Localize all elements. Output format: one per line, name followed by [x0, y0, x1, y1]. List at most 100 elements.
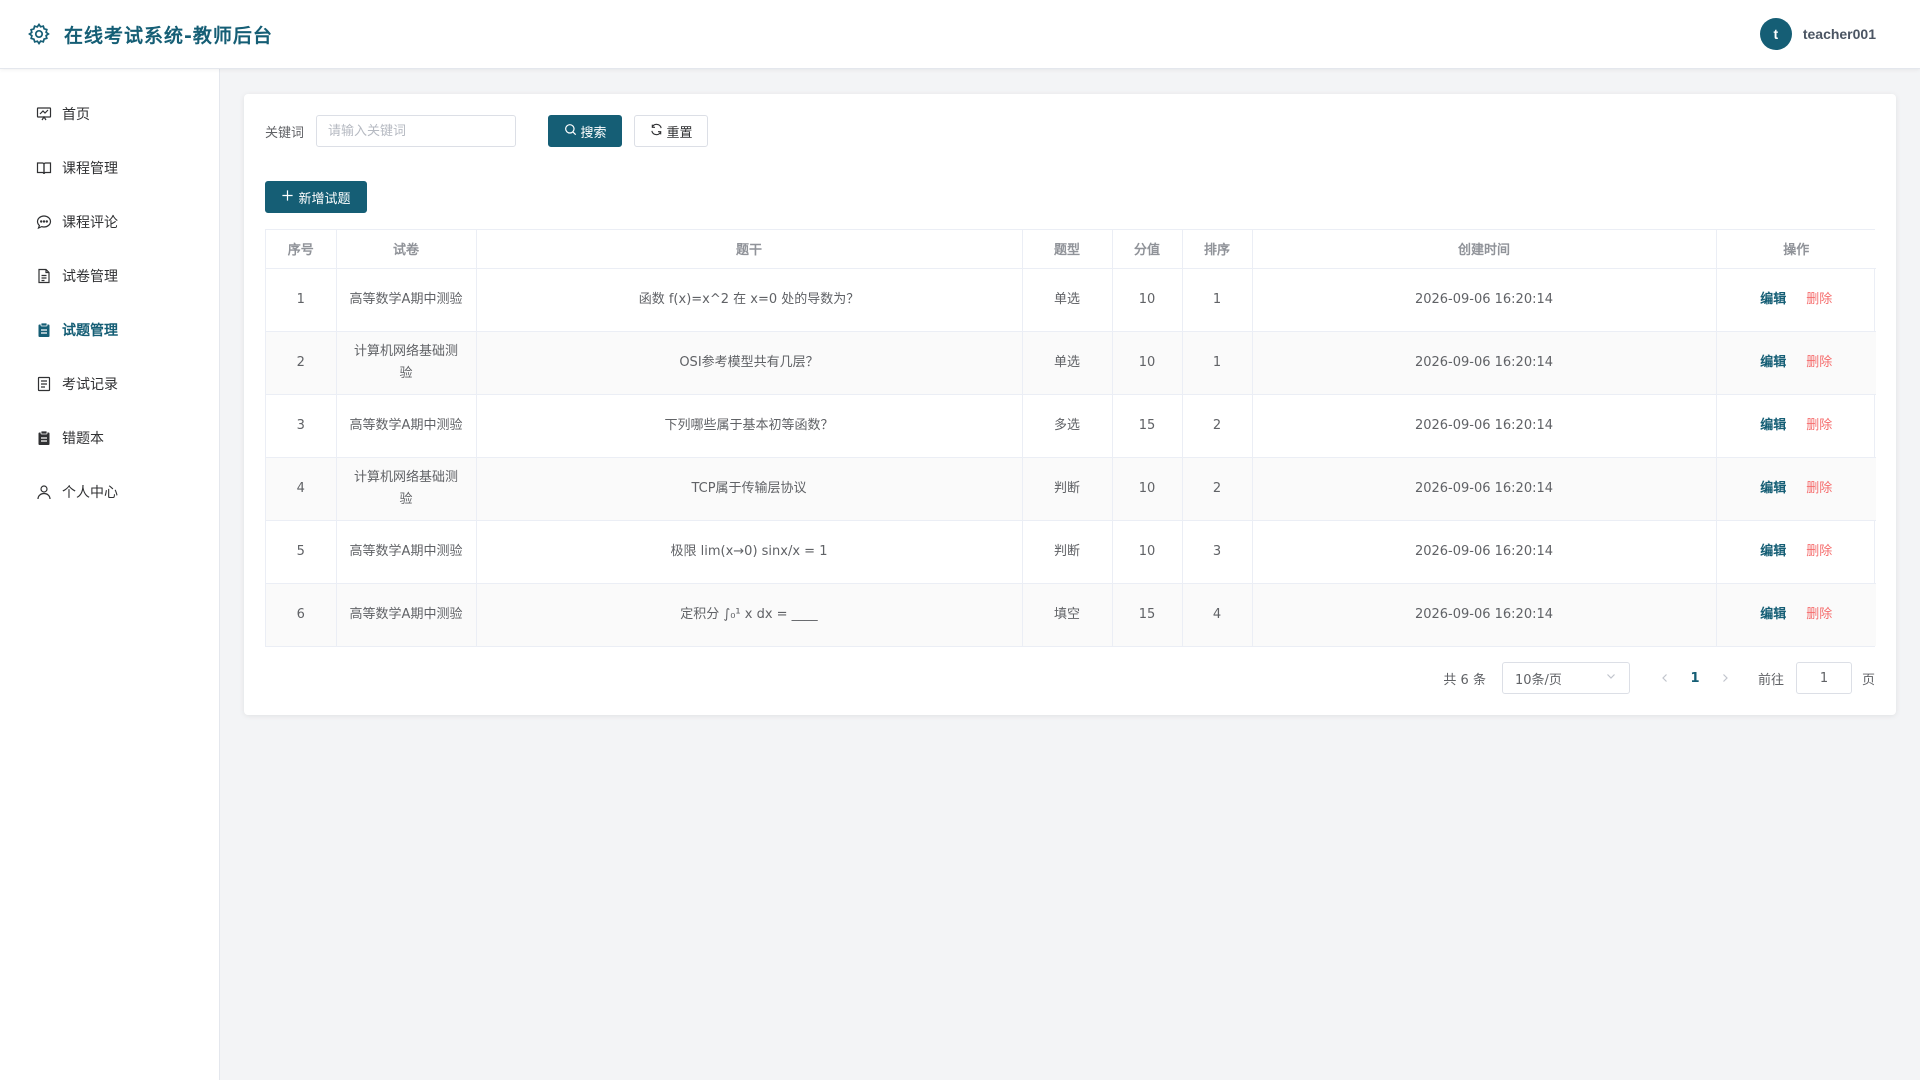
cell-actions: 编辑 删除 [1716, 394, 1876, 458]
keyword-label: 关键词 [265, 125, 305, 141]
cell-score: 15 [1112, 583, 1183, 646]
total-count: 共 6 条 [1443, 672, 1486, 688]
dashboard-icon [36, 106, 52, 122]
cell-paper: 计算机网络基础测验 [336, 331, 477, 395]
cell-created: 2026-09-06 16:20:14 [1252, 331, 1717, 395]
column-header: 操作 [1716, 230, 1876, 269]
edit-link[interactable]: 编辑 [1760, 289, 1786, 311]
reset-button[interactable]: 重置 [634, 115, 709, 147]
cell-created: 2026-09-06 16:20:14 [1252, 457, 1717, 521]
delete-link[interactable]: 删除 [1806, 415, 1832, 437]
column-header: 排序 [1182, 230, 1253, 269]
table-row: 6 高等数学A期中测验 定积分 ∫₀¹ x dx = ____ 填空 15 4 … [266, 583, 1876, 646]
username[interactable]: teacher001 [1803, 26, 1876, 42]
next-page-button[interactable] [1710, 673, 1740, 683]
chevron-down-icon [1605, 670, 1617, 686]
sidebar-item-label: 考试记录 [62, 377, 118, 393]
cell-stem: OSI参考模型共有几层？ [476, 331, 1023, 395]
column-header: 试卷 [336, 230, 477, 269]
cell-stem: 定积分 ∫₀¹ x dx = ____ [476, 583, 1023, 646]
cell-actions: 编辑 删除 [1716, 457, 1876, 521]
goto-page-input[interactable] [1795, 662, 1852, 694]
table-header-row: 序号 试卷 题干 题型 分值 排序 创建时间 操作 [266, 230, 1876, 269]
edit-link[interactable]: 编辑 [1760, 541, 1786, 563]
cell-score: 15 [1112, 394, 1183, 458]
avatar[interactable]: t [1759, 18, 1792, 50]
add-question-button[interactable]: 新增试题 [265, 181, 367, 213]
table-row: 4 计算机网络基础测验 TCP属于传输层协议 判断 10 2 2026-09-0… [266, 457, 1876, 521]
prev-page-button[interactable] [1650, 673, 1680, 683]
user-icon [36, 484, 52, 500]
cell-no: 1 [266, 268, 337, 332]
sidebar-item-label: 错题本 [62, 431, 104, 447]
sidebar-item-course-comments[interactable]: 课程评论 [0, 195, 219, 249]
book-icon [36, 160, 52, 176]
column-header: 题型 [1022, 230, 1113, 269]
sidebar-item-wrong-book[interactable]: 错题本 [0, 411, 219, 465]
delete-link[interactable]: 删除 [1806, 352, 1832, 374]
goto-label: 前往 [1757, 672, 1784, 688]
cell-stem: 函数 f(x)=x^2 在 x=0 处的导数为？ [476, 268, 1023, 332]
edit-link[interactable]: 编辑 [1760, 352, 1786, 374]
edit-link[interactable]: 编辑 [1760, 415, 1786, 437]
table-row: 3 高等数学A期中测验 下列哪些属于基本初等函数？ 多选 15 2 2026-0… [266, 394, 1876, 458]
sidebar-item-label: 课程管理 [62, 161, 118, 177]
column-header: 序号 [266, 230, 337, 269]
sidebar: 首页 课程管理 课程评论 试卷管理 试题管理 考试记录 错题本 个人中心 [0, 69, 220, 1080]
delete-link[interactable]: 删除 [1806, 289, 1832, 311]
user-menu[interactable]: t teacher001 [1759, 18, 1876, 50]
cell-actions: 编辑 删除 [1716, 268, 1876, 332]
sidebar-item-label: 试题管理 [62, 323, 118, 339]
sidebar-item-home[interactable]: 首页 [0, 87, 219, 141]
app-title: 在线考试系统-教师后台 [64, 24, 273, 47]
cell-paper: 高等数学A期中测验 [336, 394, 477, 458]
chevron-left-icon [1662, 674, 1667, 682]
plus-icon [281, 189, 294, 206]
cell-no: 4 [266, 457, 337, 521]
sidebar-item-label: 个人中心 [62, 485, 118, 501]
cell-score: 10 [1112, 520, 1183, 584]
cell-no: 6 [266, 583, 337, 646]
sidebar-item-question-management[interactable]: 试题管理 [0, 303, 219, 357]
cell-stem: 极限 lim(x→0) sinx/x = 1 [476, 520, 1023, 584]
cell-actions: 编辑 删除 [1716, 583, 1876, 646]
column-header: 题干 [476, 230, 1023, 269]
cell-stem: 下列哪些属于基本初等函数？ [476, 394, 1023, 458]
table-row: 1 高等数学A期中测验 函数 f(x)=x^2 在 x=0 处的导数为？ 单选 … [266, 268, 1876, 332]
delete-link[interactable]: 删除 [1806, 604, 1832, 626]
cell-order: 2 [1182, 394, 1253, 458]
chat-icon [36, 214, 52, 230]
page-number-current[interactable]: 1 [1680, 671, 1710, 686]
cell-type: 填空 [1022, 583, 1113, 646]
page-size-select[interactable]: 10条/页 [1501, 662, 1630, 694]
sidebar-item-exam-records[interactable]: 考试记录 [0, 357, 219, 411]
sidebar-item-profile[interactable]: 个人中心 [0, 465, 219, 519]
edit-link[interactable]: 编辑 [1760, 478, 1786, 500]
cell-created: 2026-09-06 16:20:14 [1252, 520, 1717, 584]
record-icon [36, 376, 52, 392]
cell-paper: 高等数学A期中测验 [336, 583, 477, 646]
top-header: 在线考试系统-教师后台 t teacher001 [0, 0, 1920, 69]
search-button[interactable]: 搜索 [548, 115, 623, 147]
table-row: 2 计算机网络基础测验 OSI参考模型共有几层？ 单选 10 1 2026-09… [266, 331, 1876, 395]
sidebar-item-label: 首页 [62, 107, 90, 123]
edit-link[interactable]: 编辑 [1760, 604, 1786, 626]
cell-actions: 编辑 删除 [1716, 520, 1876, 584]
delete-link[interactable]: 删除 [1806, 541, 1832, 563]
cell-stem: TCP属于传输层协议 [476, 457, 1023, 521]
chevron-right-icon [1723, 674, 1728, 682]
cell-order: 3 [1182, 520, 1253, 584]
sidebar-item-course-management[interactable]: 课程管理 [0, 141, 219, 195]
cell-order: 4 [1182, 583, 1253, 646]
page-suffix: 页 [1861, 672, 1875, 688]
cell-no: 5 [266, 520, 337, 584]
keyword-input[interactable] [316, 115, 517, 147]
cell-type: 判断 [1022, 457, 1113, 521]
sidebar-item-paper-management[interactable]: 试卷管理 [0, 249, 219, 303]
delete-link[interactable]: 删除 [1806, 478, 1832, 500]
clipboard-icon [36, 322, 52, 338]
cell-no: 2 [266, 331, 337, 395]
column-header: 分值 [1112, 230, 1183, 269]
cell-type: 单选 [1022, 268, 1113, 332]
brand: 在线考试系统-教师后台 [26, 21, 273, 48]
